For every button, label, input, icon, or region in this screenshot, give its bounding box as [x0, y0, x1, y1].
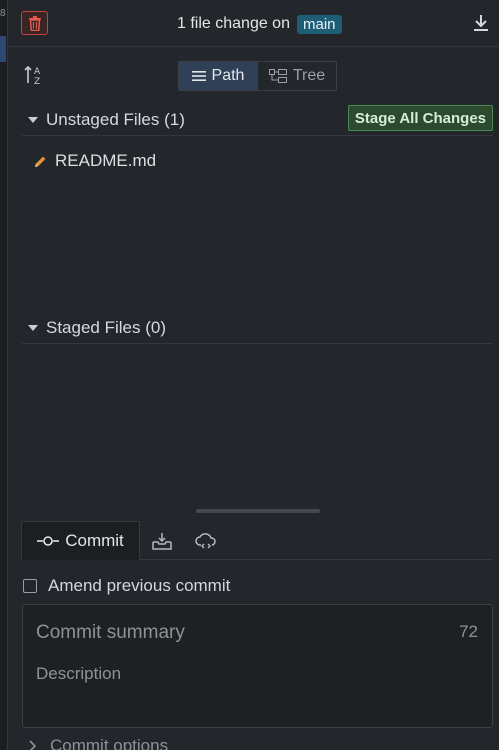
sort-alpha-icon: A Z	[24, 65, 41, 87]
svg-text:Z: Z	[34, 77, 40, 86]
amend-label: Amend previous commit	[48, 576, 231, 595]
staged-section-header[interactable]: Staged Files (0)	[22, 312, 493, 344]
strip-icon: 8	[0, 8, 6, 19]
tab-cloud[interactable]	[184, 521, 228, 560]
caret-down-icon	[28, 324, 38, 331]
list-icon	[191, 71, 206, 81]
panel-header: 1 file change on main	[8, 0, 499, 47]
view-tree-label: Tree	[292, 67, 326, 84]
commit-options-toggle[interactable]: Commit options	[28, 736, 168, 750]
unstaged-title: Unstaged Files (1)	[46, 109, 185, 129]
commit-icon	[37, 536, 60, 546]
svg-text:A: A	[34, 67, 41, 77]
view-path-label: Path	[211, 67, 245, 84]
tab-commit[interactable]: Commit	[21, 521, 140, 560]
view-path-button[interactable]: Path	[179, 62, 257, 90]
change-count-label: 1 file change on	[177, 15, 290, 32]
change-summary: 1 file change on main	[177, 13, 342, 35]
branch-badge[interactable]: main	[296, 14, 342, 34]
amend-checkbox[interactable]	[23, 579, 37, 593]
cloud-icon	[195, 532, 216, 548]
caret-down-icon	[28, 116, 38, 123]
strip-active-marker	[0, 36, 6, 62]
panel-resize-handle[interactable]	[196, 509, 320, 513]
pencil-icon	[35, 156, 46, 167]
tab-commit-label: Commit	[65, 531, 124, 550]
commit-tabs: Commit	[21, 521, 493, 560]
view-tree-button[interactable]: Tree	[257, 62, 336, 90]
chevron-right-icon	[29, 740, 36, 750]
tree-icon	[268, 69, 287, 83]
left-activity-strip: 8	[0, 0, 8, 750]
commit-message-box: 72	[22, 604, 493, 728]
file-name: README.md	[55, 151, 157, 170]
stash-icon	[152, 532, 172, 550]
commit-options-label: Commit options	[50, 736, 169, 750]
trash-icon	[28, 15, 41, 31]
download-button[interactable]	[472, 14, 490, 32]
commit-summary-input[interactable]	[36, 621, 436, 645]
view-mode-toggle: Path Tree	[178, 61, 337, 91]
unstaged-section-header[interactable]: Unstaged Files (1) Stage All Changes	[22, 104, 493, 136]
tab-stash[interactable]	[140, 521, 184, 560]
summary-char-count: 72	[459, 622, 478, 641]
sort-button[interactable]: A Z	[24, 64, 46, 87]
stage-all-button[interactable]: Stage All Changes	[347, 105, 493, 131]
discard-all-button[interactable]	[21, 11, 48, 35]
download-icon	[474, 15, 488, 31]
amend-option[interactable]: Amend previous commit	[23, 575, 230, 597]
file-item[interactable]: README.md	[34, 150, 156, 172]
staged-title: Staged Files (0)	[46, 317, 166, 337]
commit-panel: 1 file change on main A Z Path Tree Unst…	[8, 0, 499, 750]
commit-description-input[interactable]	[36, 663, 476, 685]
